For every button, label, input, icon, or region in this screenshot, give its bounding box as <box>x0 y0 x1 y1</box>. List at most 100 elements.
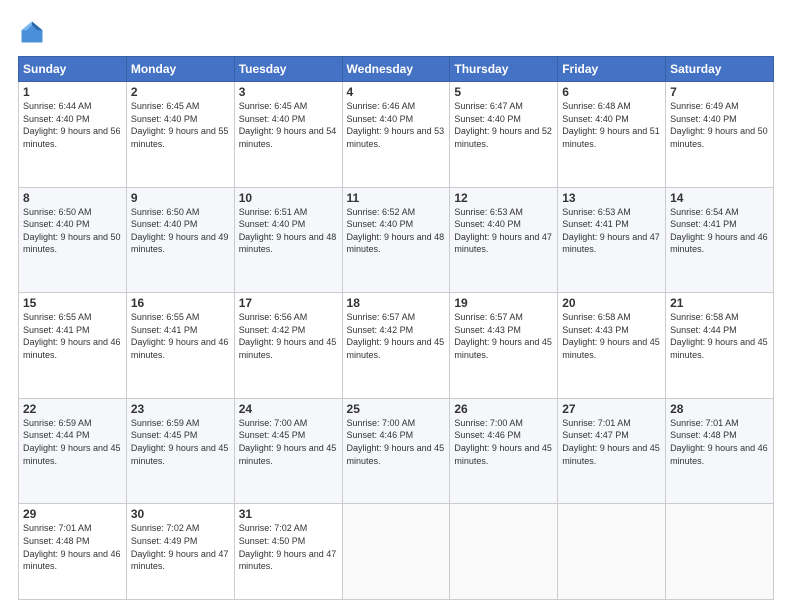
day-number: 8 <box>23 191 122 205</box>
day-number: 15 <box>23 296 122 310</box>
table-row: 2 Sunrise: 6:45 AM Sunset: 4:40 PM Dayli… <box>126 82 234 188</box>
cell-content: Sunrise: 6:50 AM Sunset: 4:40 PM Dayligh… <box>131 206 230 256</box>
cell-content: Sunrise: 7:02 AM Sunset: 4:49 PM Dayligh… <box>131 522 230 572</box>
day-number: 17 <box>239 296 338 310</box>
cell-content: Sunrise: 6:54 AM Sunset: 4:41 PM Dayligh… <box>670 206 769 256</box>
table-row: 8 Sunrise: 6:50 AM Sunset: 4:40 PM Dayli… <box>19 187 127 293</box>
table-row: 31 Sunrise: 7:02 AM Sunset: 4:50 PM Dayl… <box>234 504 342 600</box>
day-number: 30 <box>131 507 230 521</box>
table-row: 22 Sunrise: 6:59 AM Sunset: 4:44 PM Dayl… <box>19 398 127 504</box>
cell-content: Sunrise: 6:44 AM Sunset: 4:40 PM Dayligh… <box>23 100 122 150</box>
table-row: 6 Sunrise: 6:48 AM Sunset: 4:40 PM Dayli… <box>558 82 666 188</box>
cell-content: Sunrise: 6:55 AM Sunset: 4:41 PM Dayligh… <box>131 311 230 361</box>
day-number: 31 <box>239 507 338 521</box>
cell-content: Sunrise: 6:58 AM Sunset: 4:44 PM Dayligh… <box>670 311 769 361</box>
day-number: 26 <box>454 402 553 416</box>
col-sunday: Sunday <box>19 57 127 82</box>
table-row: 3 Sunrise: 6:45 AM Sunset: 4:40 PM Dayli… <box>234 82 342 188</box>
day-number: 25 <box>347 402 446 416</box>
cell-content: Sunrise: 6:56 AM Sunset: 4:42 PM Dayligh… <box>239 311 338 361</box>
cell-content: Sunrise: 7:00 AM Sunset: 4:46 PM Dayligh… <box>347 417 446 467</box>
cell-content: Sunrise: 6:53 AM Sunset: 4:41 PM Dayligh… <box>562 206 661 256</box>
table-row: 9 Sunrise: 6:50 AM Sunset: 4:40 PM Dayli… <box>126 187 234 293</box>
day-number: 2 <box>131 85 230 99</box>
day-number: 9 <box>131 191 230 205</box>
cell-content: Sunrise: 7:00 AM Sunset: 4:46 PM Dayligh… <box>454 417 553 467</box>
table-row <box>558 504 666 600</box>
day-number: 21 <box>670 296 769 310</box>
col-thursday: Thursday <box>450 57 558 82</box>
cell-content: Sunrise: 6:49 AM Sunset: 4:40 PM Dayligh… <box>670 100 769 150</box>
cell-content: Sunrise: 6:59 AM Sunset: 4:44 PM Dayligh… <box>23 417 122 467</box>
col-wednesday: Wednesday <box>342 57 450 82</box>
cell-content: Sunrise: 6:59 AM Sunset: 4:45 PM Dayligh… <box>131 417 230 467</box>
day-number: 1 <box>23 85 122 99</box>
table-row: 23 Sunrise: 6:59 AM Sunset: 4:45 PM Dayl… <box>126 398 234 504</box>
table-row: 24 Sunrise: 7:00 AM Sunset: 4:45 PM Dayl… <box>234 398 342 504</box>
cell-content: Sunrise: 6:57 AM Sunset: 4:43 PM Dayligh… <box>454 311 553 361</box>
cell-content: Sunrise: 6:47 AM Sunset: 4:40 PM Dayligh… <box>454 100 553 150</box>
day-number: 12 <box>454 191 553 205</box>
table-row: 14 Sunrise: 6:54 AM Sunset: 4:41 PM Dayl… <box>666 187 774 293</box>
header <box>18 18 774 46</box>
table-row: 25 Sunrise: 7:00 AM Sunset: 4:46 PM Dayl… <box>342 398 450 504</box>
logo <box>18 18 50 46</box>
table-row: 13 Sunrise: 6:53 AM Sunset: 4:41 PM Dayl… <box>558 187 666 293</box>
calendar-table: Sunday Monday Tuesday Wednesday Thursday… <box>18 56 774 600</box>
day-number: 13 <box>562 191 661 205</box>
table-row: 4 Sunrise: 6:46 AM Sunset: 4:40 PM Dayli… <box>342 82 450 188</box>
day-number: 6 <box>562 85 661 99</box>
col-friday: Friday <box>558 57 666 82</box>
day-number: 10 <box>239 191 338 205</box>
table-row: 7 Sunrise: 6:49 AM Sunset: 4:40 PM Dayli… <box>666 82 774 188</box>
day-number: 20 <box>562 296 661 310</box>
table-row: 28 Sunrise: 7:01 AM Sunset: 4:48 PM Dayl… <box>666 398 774 504</box>
cell-content: Sunrise: 7:01 AM Sunset: 4:48 PM Dayligh… <box>670 417 769 467</box>
day-number: 5 <box>454 85 553 99</box>
cell-content: Sunrise: 6:48 AM Sunset: 4:40 PM Dayligh… <box>562 100 661 150</box>
day-number: 28 <box>670 402 769 416</box>
table-row: 21 Sunrise: 6:58 AM Sunset: 4:44 PM Dayl… <box>666 293 774 399</box>
table-row: 30 Sunrise: 7:02 AM Sunset: 4:49 PM Dayl… <box>126 504 234 600</box>
logo-icon <box>18 18 46 46</box>
table-row: 27 Sunrise: 7:01 AM Sunset: 4:47 PM Dayl… <box>558 398 666 504</box>
day-number: 24 <box>239 402 338 416</box>
table-row: 26 Sunrise: 7:00 AM Sunset: 4:46 PM Dayl… <box>450 398 558 504</box>
table-row <box>342 504 450 600</box>
table-row <box>450 504 558 600</box>
header-row: Sunday Monday Tuesday Wednesday Thursday… <box>19 57 774 82</box>
table-row: 1 Sunrise: 6:44 AM Sunset: 4:40 PM Dayli… <box>19 82 127 188</box>
cell-content: Sunrise: 6:52 AM Sunset: 4:40 PM Dayligh… <box>347 206 446 256</box>
cell-content: Sunrise: 6:50 AM Sunset: 4:40 PM Dayligh… <box>23 206 122 256</box>
cell-content: Sunrise: 7:00 AM Sunset: 4:45 PM Dayligh… <box>239 417 338 467</box>
table-row: 10 Sunrise: 6:51 AM Sunset: 4:40 PM Dayl… <box>234 187 342 293</box>
table-row: 16 Sunrise: 6:55 AM Sunset: 4:41 PM Dayl… <box>126 293 234 399</box>
cell-content: Sunrise: 7:01 AM Sunset: 4:47 PM Dayligh… <box>562 417 661 467</box>
day-number: 16 <box>131 296 230 310</box>
day-number: 11 <box>347 191 446 205</box>
table-row <box>666 504 774 600</box>
day-number: 22 <box>23 402 122 416</box>
day-number: 27 <box>562 402 661 416</box>
table-row: 17 Sunrise: 6:56 AM Sunset: 4:42 PM Dayl… <box>234 293 342 399</box>
cell-content: Sunrise: 6:55 AM Sunset: 4:41 PM Dayligh… <box>23 311 122 361</box>
cell-content: Sunrise: 6:45 AM Sunset: 4:40 PM Dayligh… <box>131 100 230 150</box>
cell-content: Sunrise: 7:01 AM Sunset: 4:48 PM Dayligh… <box>23 522 122 572</box>
calendar-page: Sunday Monday Tuesday Wednesday Thursday… <box>0 0 792 612</box>
day-number: 18 <box>347 296 446 310</box>
table-row: 11 Sunrise: 6:52 AM Sunset: 4:40 PM Dayl… <box>342 187 450 293</box>
day-number: 7 <box>670 85 769 99</box>
table-row: 20 Sunrise: 6:58 AM Sunset: 4:43 PM Dayl… <box>558 293 666 399</box>
table-row: 19 Sunrise: 6:57 AM Sunset: 4:43 PM Dayl… <box>450 293 558 399</box>
col-saturday: Saturday <box>666 57 774 82</box>
cell-content: Sunrise: 7:02 AM Sunset: 4:50 PM Dayligh… <box>239 522 338 572</box>
day-number: 4 <box>347 85 446 99</box>
table-row: 18 Sunrise: 6:57 AM Sunset: 4:42 PM Dayl… <box>342 293 450 399</box>
day-number: 14 <box>670 191 769 205</box>
day-number: 23 <box>131 402 230 416</box>
table-row: 15 Sunrise: 6:55 AM Sunset: 4:41 PM Dayl… <box>19 293 127 399</box>
day-number: 3 <box>239 85 338 99</box>
day-number: 19 <box>454 296 553 310</box>
cell-content: Sunrise: 6:58 AM Sunset: 4:43 PM Dayligh… <box>562 311 661 361</box>
cell-content: Sunrise: 6:46 AM Sunset: 4:40 PM Dayligh… <box>347 100 446 150</box>
